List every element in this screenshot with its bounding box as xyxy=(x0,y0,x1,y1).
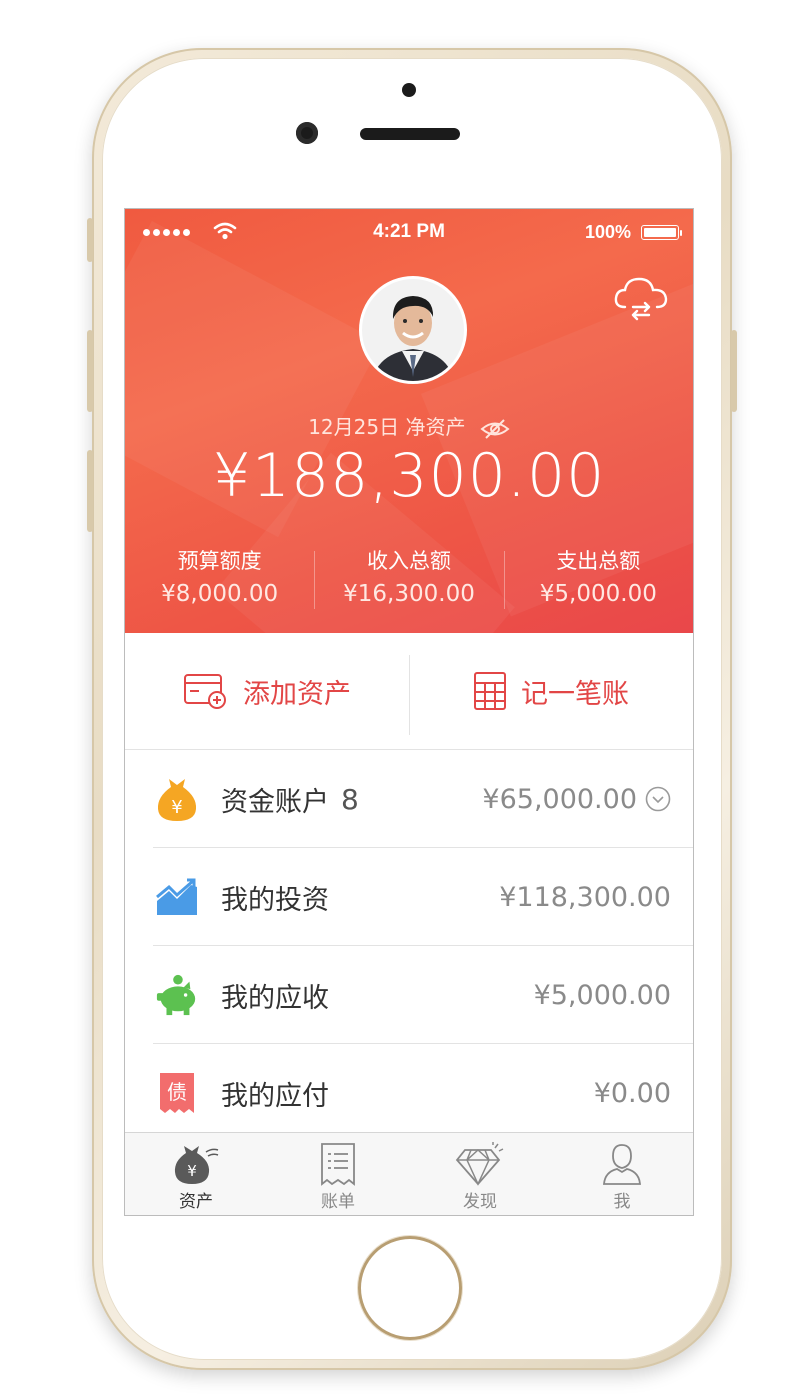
tab-label: 我 xyxy=(613,1192,631,1212)
calculator-icon xyxy=(474,672,506,710)
record-entry-label: 记一笔账 xyxy=(521,678,629,710)
volume-down-button xyxy=(87,450,93,532)
account-list: ¥ 资金账户 8 ¥65,000.00 我的投资 ¥118,300.00 我的应… xyxy=(125,750,693,1142)
networth-caption: 12月25日 净资产 xyxy=(125,411,693,440)
budget-stat[interactable]: 预算额度 ¥8,000.00 xyxy=(125,545,314,615)
stat-label: 支出总额 xyxy=(556,549,641,573)
income-stat[interactable]: 收入总额 ¥16,300.00 xyxy=(314,545,503,615)
date-label: 12月25日 xyxy=(308,415,400,439)
summary-header: 4:21 PM 100% 12月25日 净资产 ¥188,300.00 预算额度… xyxy=(125,209,693,746)
app-screen: 4:21 PM 100% 12月25日 净资产 ¥188,300.00 预算额度… xyxy=(124,208,694,1216)
tab-label: 资产 xyxy=(179,1192,213,1212)
chevron-down-icon[interactable] xyxy=(645,786,671,812)
tab-label: 账单 xyxy=(321,1192,355,1212)
stat-value: ¥5,000.00 xyxy=(539,581,657,607)
account-label: 资金账户 xyxy=(221,786,329,818)
account-label: 我的投资 xyxy=(221,884,329,916)
add-card-icon xyxy=(184,674,226,709)
earpiece-speaker xyxy=(360,128,460,140)
list-item-funds[interactable]: ¥ 资金账户 8 ¥65,000.00 xyxy=(125,750,693,848)
account-label: 我的应收 xyxy=(221,982,329,1014)
summary-stats: 预算额度 ¥8,000.00 收入总额 ¥16,300.00 支出总额 ¥5,0… xyxy=(125,545,693,615)
list-item-receivable[interactable]: 我的应收 ¥5,000.00 xyxy=(125,946,693,1044)
volume-up-button xyxy=(87,330,93,412)
eye-hidden-icon[interactable] xyxy=(480,418,510,440)
user-icon xyxy=(601,1141,643,1187)
front-sensor xyxy=(402,83,416,97)
battery-icon xyxy=(641,225,682,240)
networth-value: ¥188,300.00 xyxy=(212,441,606,511)
bill-icon xyxy=(319,1141,357,1187)
list-item-investment[interactable]: 我的投资 ¥118,300.00 xyxy=(125,848,693,946)
home-button[interactable] xyxy=(358,1236,462,1340)
stat-value: ¥16,300.00 xyxy=(343,581,475,607)
tab-assets[interactable]: ¥ 资产 xyxy=(125,1133,267,1215)
trend-chart-icon xyxy=(155,873,199,921)
money-bag-icon: ¥ xyxy=(155,775,199,823)
list-item-payable[interactable]: 债 我的应付 ¥0.00 xyxy=(125,1044,693,1142)
battery-percentage: 100% xyxy=(584,222,631,242)
networth-label: 净资产 xyxy=(405,415,466,439)
power-button xyxy=(731,330,737,412)
piggy-bank-icon xyxy=(155,971,199,1019)
quick-actions: 添加资产 记一笔账 xyxy=(125,633,693,750)
account-count: 8 xyxy=(341,782,359,816)
svg-text:¥: ¥ xyxy=(187,1162,197,1180)
expense-stat[interactable]: 支出总额 ¥5,000.00 xyxy=(503,545,693,615)
tab-bills[interactable]: 账单 xyxy=(267,1133,409,1215)
account-label: 我的应付 xyxy=(221,1080,329,1112)
svg-text:¥: ¥ xyxy=(171,797,182,818)
account-amount: ¥5,000.00 xyxy=(533,979,671,1011)
tab-discover[interactable]: 发现 xyxy=(409,1133,551,1215)
mute-switch xyxy=(87,218,93,262)
account-amount-group: ¥65,000.00 xyxy=(482,784,671,815)
add-asset-label: 添加资产 xyxy=(243,678,351,710)
status-bar: 4:21 PM 100% xyxy=(125,209,693,257)
front-camera xyxy=(296,122,318,144)
avatar[interactable] xyxy=(359,276,467,384)
account-amount: ¥118,300.00 xyxy=(499,881,671,913)
stat-value: ¥8,000.00 xyxy=(161,581,279,607)
account-amount: ¥0.00 xyxy=(593,1077,671,1109)
cloud-sync-icon[interactable] xyxy=(613,271,669,325)
debt-glyph: 债 xyxy=(167,1080,187,1104)
asset-bag-icon: ¥ xyxy=(172,1141,220,1187)
account-amount: ¥65,000.00 xyxy=(482,783,637,815)
debt-icon: 债 xyxy=(155,1069,199,1117)
stat-label: 收入总额 xyxy=(366,549,451,573)
stat-label: 预算额度 xyxy=(177,549,262,573)
tab-label: 发现 xyxy=(463,1192,497,1212)
tab-me[interactable]: 我 xyxy=(551,1133,693,1215)
avatar-photo xyxy=(362,279,464,381)
add-asset-button[interactable]: 添加资产 xyxy=(125,633,409,749)
record-entry-button[interactable]: 记一笔账 xyxy=(409,633,693,749)
diamond-icon xyxy=(455,1141,505,1187)
tab-bar: ¥ 资产 账单 发现 我 xyxy=(125,1132,693,1215)
